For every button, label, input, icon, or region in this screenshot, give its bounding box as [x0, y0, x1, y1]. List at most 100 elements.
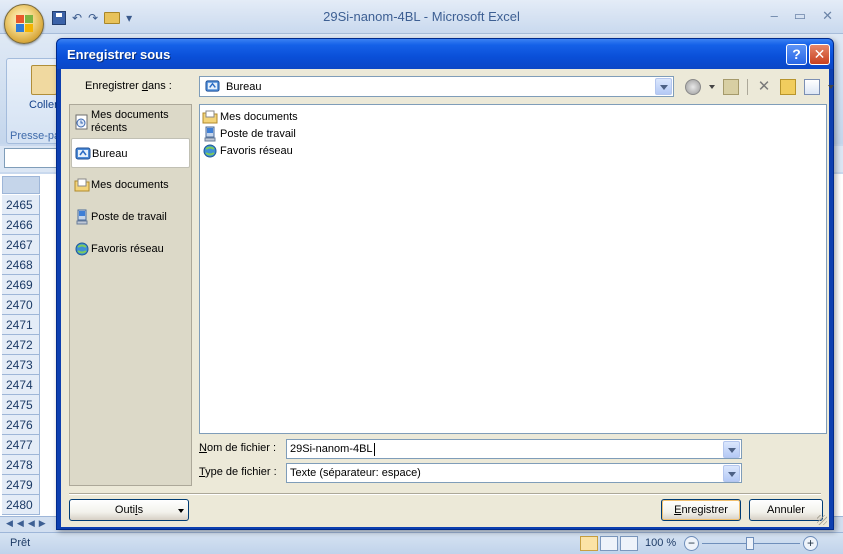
file-name-input[interactable]: 29Si-nanom-4BL [286, 439, 742, 459]
delete-icon[interactable]: ✕ [756, 79, 772, 95]
page-break-view-icon[interactable] [620, 536, 638, 551]
row-header[interactable]: 2466 [2, 215, 40, 235]
row-header[interactable]: 2471 [2, 315, 40, 335]
normal-view-icon[interactable] [580, 536, 598, 551]
file-name-label-accel: N [199, 442, 207, 454]
row-header[interactable]: 2470 [2, 295, 40, 315]
file-type-dropdown[interactable]: Texte (séparateur: espace) [286, 463, 742, 483]
row-header[interactable]: 2478 [2, 455, 40, 475]
row-header[interactable]: 2480 [2, 495, 40, 515]
views-dropdown-icon[interactable] [828, 85, 834, 89]
place-label: Mes documents récents [91, 109, 169, 135]
office-button[interactable] [4, 4, 44, 44]
row-header[interactable]: 2469 [2, 275, 40, 295]
computer-icon [204, 126, 216, 141]
my-computer-icon [76, 209, 88, 225]
zoom-out-icon[interactable]: − [684, 536, 699, 551]
excel-titlebar: ↶ ↷ ▾ 29Si-nanom-4BL - Microsoft Excel –… [0, 0, 843, 34]
save-in-label: Enregistrer dans : [85, 80, 172, 92]
paste-label[interactable]: Coller [29, 99, 58, 111]
place-label: Bureau [92, 148, 128, 160]
file-item-label: Poste de travail [220, 127, 296, 140]
chevron-down-icon[interactable] [655, 78, 672, 95]
row-header[interactable]: 2467 [2, 235, 40, 255]
file-type-label-part: ype de fichier : [205, 466, 277, 478]
save-button[interactable]: Enregistrer [661, 499, 741, 521]
row-header[interactable]: 2474 [2, 375, 40, 395]
row-header[interactable]: 2476 [2, 415, 40, 435]
save-in-dropdown[interactable]: Bureau [199, 76, 674, 97]
paste-icon[interactable] [31, 65, 57, 95]
name-box[interactable] [4, 148, 64, 168]
tools-button[interactable]: Outils [69, 499, 189, 521]
save-in-label-part: ans : [147, 80, 172, 92]
minimize-icon[interactable]: – [771, 8, 778, 24]
cancel-button[interactable]: Annuler [749, 499, 823, 521]
file-list[interactable]: Mes documents Poste de travail Favoris r… [199, 104, 827, 434]
places-bar: Mes documents récents Bureau Mes document… [69, 104, 192, 486]
tools-dropdown-icon [178, 509, 184, 513]
office-logo-icon [16, 15, 34, 33]
file-item-my-documents[interactable]: Mes documents [202, 108, 298, 125]
row-header[interactable]: 2468 [2, 255, 40, 275]
status-text: Prêt [10, 537, 31, 549]
help-button[interactable]: ? [786, 44, 807, 65]
window-title: 29Si-nanom-4BL - Microsoft Excel [323, 9, 520, 24]
tools-button-label: s [137, 504, 144, 516]
row-header[interactable]: 2479 [2, 475, 40, 495]
view-buttons [580, 536, 638, 551]
tools-button-label: Outi [114, 504, 136, 516]
place-my-computer[interactable]: Poste de travail [71, 202, 190, 232]
back-dropdown-icon[interactable] [709, 85, 715, 89]
zoom-slider-thumb[interactable] [746, 537, 754, 550]
save-in-value: Bureau [226, 81, 262, 93]
file-item-my-computer[interactable]: Poste de travail [202, 125, 296, 142]
zoom-level[interactable]: 100 % [645, 537, 676, 549]
place-label: Favoris réseau [91, 243, 164, 255]
place-network[interactable]: Favoris réseau [71, 234, 190, 264]
file-name-label-part: om de fichier : [206, 442, 277, 454]
resize-grip-icon[interactable] [817, 515, 827, 525]
file-type-value: Texte (séparateur: espace) [290, 467, 421, 479]
file-item-label: Mes documents [220, 110, 298, 123]
new-folder-icon[interactable] [780, 79, 796, 95]
save-as-dialog: Enregistrer sous ? ✕ Enregistrer dans : … [56, 38, 834, 530]
dialog-close-button[interactable]: ✕ [809, 44, 830, 65]
dialog-separator [69, 493, 821, 495]
chevron-down-icon[interactable] [723, 465, 740, 482]
maximize-icon[interactable]: ▭ [794, 8, 806, 24]
file-name-label: Nom de fichier : [199, 442, 276, 454]
select-all-corner[interactable] [2, 176, 40, 194]
row-header[interactable]: 2477 [2, 435, 40, 455]
file-name-value: 29Si-nanom-4BL [290, 443, 373, 455]
place-my-documents[interactable]: Mes documents [71, 170, 190, 200]
page-layout-view-icon[interactable] [600, 536, 618, 551]
zoom-in-icon[interactable]: + [803, 536, 818, 551]
file-item-network[interactable]: Favoris réseau [202, 142, 293, 159]
sheet-navigation[interactable]: ◀◀◀▶ [6, 518, 50, 529]
dialog-toolbar: ✕ [685, 77, 834, 97]
views-icon[interactable] [804, 79, 820, 95]
up-folder-icon[interactable] [723, 79, 739, 95]
status-bar: Prêt 100 % − + [0, 532, 843, 554]
row-header[interactable]: 2475 [2, 395, 40, 415]
place-label: Mes documents [91, 179, 169, 191]
row-header[interactable]: 2473 [2, 355, 40, 375]
dialog-titlebar[interactable]: Enregistrer sous ? ✕ [57, 39, 833, 69]
text-caret [374, 443, 375, 456]
network-places-icon [75, 242, 89, 256]
window-controls: – ▭ ✕ [771, 8, 833, 24]
toolbar-separator [747, 79, 748, 95]
file-item-label: Favoris réseau [220, 144, 293, 157]
dialog-body: Enregistrer dans : Bureau ✕ Mes document… [61, 69, 834, 527]
close-icon[interactable]: ✕ [822, 8, 833, 24]
row-header[interactable]: 2465 [2, 195, 40, 215]
place-desktop[interactable]: Bureau [71, 138, 190, 168]
clipboard-group-label: Presse-pa [10, 130, 61, 142]
back-icon[interactable] [685, 79, 701, 95]
place-label-line: récents [91, 122, 128, 134]
place-recent-documents[interactable]: Mes documents récents [71, 107, 190, 137]
folder-icon [202, 110, 218, 123]
chevron-down-icon[interactable] [723, 441, 740, 458]
row-header[interactable]: 2472 [2, 335, 40, 355]
